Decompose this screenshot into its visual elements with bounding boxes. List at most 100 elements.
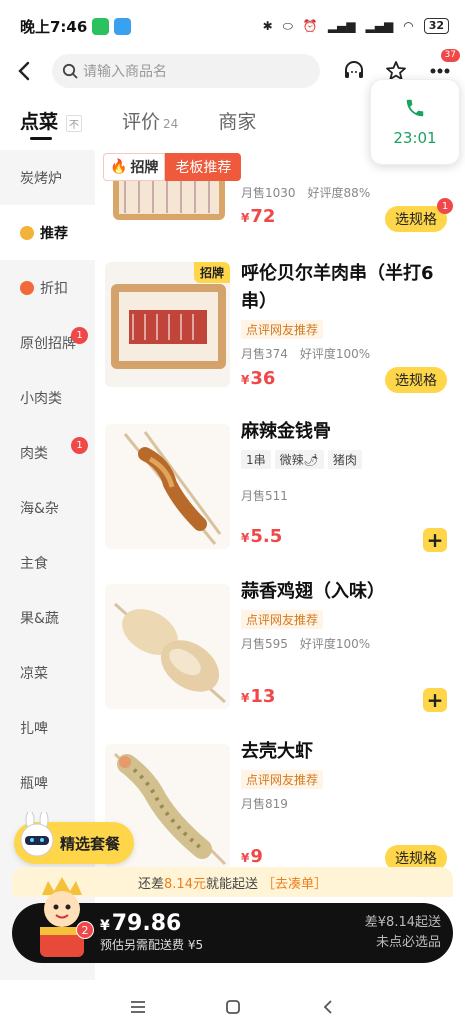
product-title: 去壳大虾 bbox=[241, 741, 313, 762]
product-price: ¥36 bbox=[241, 368, 276, 389]
wechat-icon bbox=[92, 17, 110, 35]
status-indicators: ✱ ⬭ ⏰ ▂▄▆ ▂▄▆ ◠ 32 bbox=[263, 18, 449, 34]
sidebar-item-label: 折扣 bbox=[40, 280, 68, 297]
sidebar-item-label: 小肉类 bbox=[20, 390, 62, 407]
sidebar-item-label: 推荐 bbox=[40, 225, 68, 242]
sidebar-badge: 1 bbox=[71, 327, 88, 344]
tab-merchant[interactable]: 商家 bbox=[218, 107, 256, 134]
product-sales: 月售819 bbox=[241, 797, 288, 811]
tab-order[interactable]: 点菜 不 bbox=[20, 107, 83, 140]
checkout-status: 差¥8.14起送 未点必选品 bbox=[365, 913, 441, 953]
sidebar-item-grill[interactable]: 炭烤炉 bbox=[0, 150, 95, 205]
sidebar-item-recommended[interactable]: 推荐 bbox=[0, 205, 95, 260]
sidebar-item-label: 果&蔬 bbox=[20, 610, 59, 627]
back-arrow-icon bbox=[18, 61, 30, 81]
sidebar-item-bottled-beer[interactable]: 瓶啤 bbox=[0, 755, 95, 810]
sidebar-item-small-meat[interactable]: 小肉类 bbox=[0, 370, 95, 425]
sidebar-item-discount[interactable]: 折扣 bbox=[0, 260, 95, 315]
sidebar-item-label: 海&杂 bbox=[20, 500, 59, 517]
sidebar-item-staple[interactable]: 主食 bbox=[0, 535, 95, 590]
tab-merchant-label: 商家 bbox=[218, 110, 257, 133]
product-price: ¥72 bbox=[241, 206, 276, 227]
product-sales: 月售1030 好评度88% bbox=[241, 186, 371, 200]
signal-icon-2: ▂▄▆ bbox=[365, 19, 394, 33]
alarm-icon: ⏰ bbox=[302, 19, 318, 33]
set-meal-label: 精选套餐 bbox=[60, 834, 121, 853]
section-tag-signature: 🔥 招牌 bbox=[103, 153, 166, 181]
recommend-icon bbox=[20, 225, 34, 240]
product-tag: 点评网友推荐 bbox=[241, 610, 324, 629]
signature-badge: 招牌 bbox=[193, 262, 230, 283]
section-tag-label: 招牌 bbox=[130, 160, 159, 176]
add-button[interactable]: + bbox=[423, 528, 447, 552]
add-button[interactable]: + bbox=[423, 688, 447, 712]
product-item[interactable]: 蒜香鸡翅（入味） 点评网友推荐 月售595 好评度100% ¥13 + bbox=[95, 578, 465, 718]
section-header: 🔥 招牌 老板推荐 bbox=[103, 153, 242, 181]
sidebar-item-cold-dish[interactable]: 凉菜 bbox=[0, 645, 95, 700]
back-button[interactable] bbox=[6, 53, 42, 89]
delivery-fee: 预估另需配送费 ¥5 bbox=[100, 938, 204, 952]
home-nav-button[interactable] bbox=[218, 992, 248, 1022]
search-placeholder: 请输入商品名 bbox=[83, 64, 167, 80]
menu-nav-button[interactable] bbox=[123, 992, 153, 1022]
product-info: 月售1030 好评度88% bbox=[241, 184, 451, 201]
add-more-link[interactable]: ［去凑单］ bbox=[262, 873, 327, 892]
back-nav-button[interactable] bbox=[313, 992, 343, 1022]
product-price: ¥5.5 bbox=[241, 526, 283, 547]
product-title: 呼伦贝尔羊肉串（半打6串） bbox=[241, 263, 434, 312]
customer-service-button[interactable] bbox=[336, 53, 372, 89]
search-icon bbox=[62, 63, 78, 79]
menu-icon bbox=[130, 1001, 145, 1013]
cart-mascot-icon bbox=[40, 877, 84, 957]
product-item[interactable]: 招牌 呼伦贝尔羊肉串（半打6串） 点评网友推荐 月售374 好评度100% ¥36… bbox=[95, 260, 465, 400]
product-sales: 月售511 bbox=[241, 489, 288, 503]
plus-icon: + bbox=[426, 688, 444, 712]
back-nav-icon bbox=[323, 1000, 332, 1014]
search-input[interactable]: 请输入商品名 bbox=[52, 54, 320, 88]
product-item[interactable]: 麻辣金钱骨 1串 微辣🌶 猪肉 月售511 ¥5.5 + bbox=[95, 418, 465, 558]
product-title: 麻辣金钱骨 bbox=[241, 421, 331, 442]
product-image bbox=[105, 584, 230, 709]
set-meal-button[interactable]: 精选套餐 bbox=[14, 812, 135, 864]
discount-icon bbox=[20, 280, 34, 295]
choose-spec-button[interactable]: 选规格 1 bbox=[385, 198, 453, 232]
mascot-icon bbox=[20, 812, 54, 857]
product-tag: 点评网友推荐 bbox=[241, 770, 324, 789]
sidebar-item-fruit-veg[interactable]: 果&蔬 bbox=[0, 590, 95, 645]
sidebar-item-label: 主食 bbox=[20, 555, 48, 572]
tab-order-label: 点菜 bbox=[20, 110, 59, 133]
choose-spec-button[interactable]: 选规格 bbox=[385, 367, 447, 393]
product-item[interactable]: 去壳大虾 点评网友推荐 月售819 ¥9 选规格 bbox=[95, 738, 465, 878]
sort-icon: 不 bbox=[66, 114, 83, 132]
wifi-icon: ◠ bbox=[403, 19, 414, 33]
sidebar-item-seafood[interactable]: 海&杂 bbox=[0, 480, 95, 535]
product-specs: 1串 微辣🌶 猪肉 bbox=[241, 446, 451, 469]
product-sales: 月售374 好评度100% bbox=[241, 347, 371, 361]
product-image bbox=[105, 424, 230, 549]
product-image: 招牌 bbox=[105, 262, 230, 387]
product-info: 麻辣金钱骨 1串 微辣🌶 猪肉 月售511 bbox=[241, 418, 451, 504]
product-tag: 点评网友推荐 bbox=[241, 320, 324, 339]
status-time: 晚上7:46 bbox=[20, 17, 88, 36]
cart-total: ¥79.86 预估另需配送费 ¥5 bbox=[100, 911, 204, 952]
fire-icon: 🔥 bbox=[110, 159, 128, 175]
vpn-icon: ⬭ bbox=[282, 18, 293, 33]
product-spec: 1串 bbox=[241, 450, 271, 469]
tab-reviews[interactable]: 评价 24 bbox=[122, 107, 178, 134]
product-title: 蒜香鸡翅（入味） bbox=[241, 581, 385, 602]
sidebar-item-signature[interactable]: 原创招牌 1 bbox=[0, 315, 95, 370]
signal-icon: ▂▄▆ bbox=[327, 19, 356, 33]
product-price: ¥13 bbox=[241, 686, 276, 707]
product-price: ¥9 bbox=[241, 846, 263, 867]
sidebar-item-meat[interactable]: 肉类 1 bbox=[0, 425, 95, 480]
sidebar-item-label: 凉菜 bbox=[20, 665, 48, 682]
cart-bar[interactable]: 2 ¥79.86 预估另需配送费 ¥5 差¥8.14起送 未点必选品 bbox=[12, 877, 453, 963]
sidebar-item-label: 炭烤炉 bbox=[20, 170, 62, 187]
product-info: 呼伦贝尔羊肉串（半打6串） 点评网友推荐 月售374 好评度100% bbox=[241, 260, 451, 362]
cart-count-badge: 2 bbox=[76, 921, 94, 939]
min-order-diff: 差¥8.14起送 bbox=[364, 915, 441, 930]
system-nav-bar bbox=[0, 980, 465, 1034]
cloud-icon bbox=[114, 17, 132, 35]
call-widget[interactable]: 23:01 bbox=[370, 79, 460, 165]
sidebar-item-draft-beer[interactable]: 扎啤 bbox=[0, 700, 95, 755]
